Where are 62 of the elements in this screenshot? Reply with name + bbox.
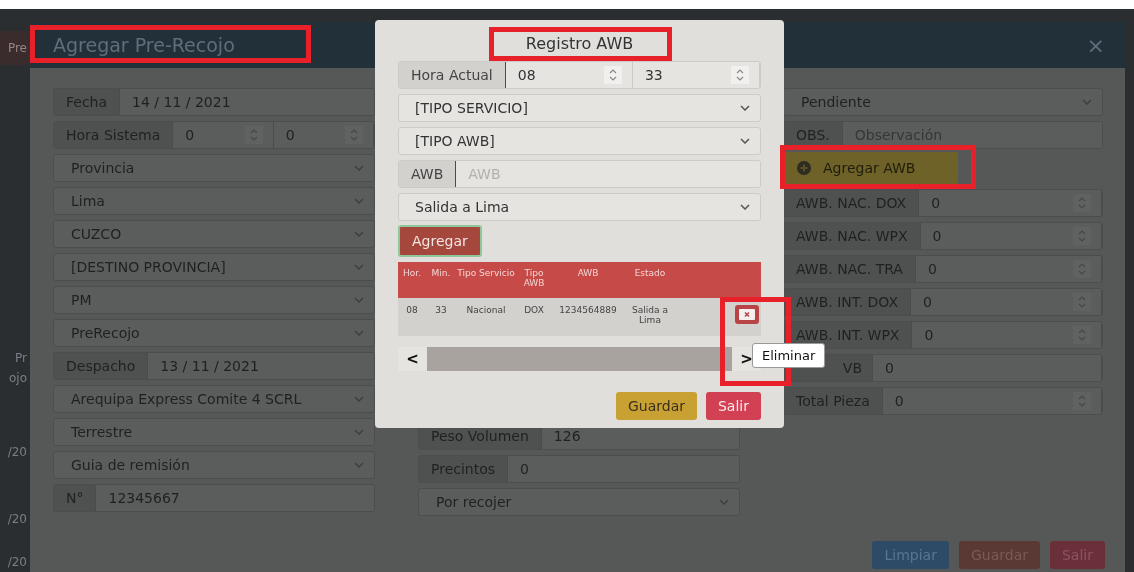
table-cell-text: Salida a Lima xyxy=(631,305,669,327)
caret-icon xyxy=(740,204,750,210)
background-text: /20 xyxy=(7,512,27,526)
caret-icon xyxy=(1082,99,1092,105)
footer-button[interactable]: Salir xyxy=(706,392,761,420)
dropdown[interactable]: [TIPO AWB] xyxy=(398,127,761,155)
table-cell-text: 08 xyxy=(405,305,419,317)
column-header: Hor. xyxy=(402,268,422,278)
spinner-icon[interactable] xyxy=(603,66,622,84)
table-cell-text: Nacional xyxy=(465,305,507,317)
table-cell-text: 33 xyxy=(434,305,448,317)
background-text: /20 xyxy=(7,445,27,459)
caret-icon xyxy=(354,198,364,204)
scrollbar[interactable]: < > xyxy=(398,347,761,371)
caret-icon xyxy=(354,264,364,270)
dropdown[interactable]: Guia de remisión xyxy=(53,451,375,479)
caret-icon xyxy=(354,462,364,468)
background-text: Pr xyxy=(15,351,27,365)
plus-circle-icon xyxy=(797,161,811,175)
background-text: /20 xyxy=(7,555,27,569)
table-cell-text: 1234564889 xyxy=(558,305,618,317)
column-header: AWB xyxy=(576,268,600,278)
dropdown[interactable]: Terrestre xyxy=(53,418,375,446)
caret-icon xyxy=(354,165,364,171)
close-button[interactable]: × xyxy=(1086,32,1105,58)
tooltip: Eliminar xyxy=(752,343,826,368)
dialog-title: Agregar Pre-Recojo xyxy=(53,34,235,56)
dropdown[interactable]: Lima xyxy=(53,187,375,215)
delete-button[interactable] xyxy=(735,305,759,324)
caret-icon xyxy=(354,429,364,435)
column-header: Min. xyxy=(430,268,452,278)
dropdown[interactable]: CUZCO xyxy=(53,220,375,248)
column-header: Tipo Servicio xyxy=(456,268,516,278)
dropdown[interactable]: PM xyxy=(53,286,375,314)
background-text: Pre xyxy=(0,31,30,65)
dropdown[interactable]: Provincia xyxy=(53,154,375,182)
dropdown[interactable]: PreRecojo xyxy=(53,319,375,347)
dropdown[interactable]: Arequipa Express Comite 4 SCRL xyxy=(53,385,375,413)
caret-icon xyxy=(719,499,729,505)
caret-icon xyxy=(354,330,364,336)
dropdown[interactable]: [TIPO SERVICIO] xyxy=(398,94,761,122)
dropdown[interactable]: Por recojer xyxy=(418,488,740,516)
close-icon xyxy=(739,309,755,320)
caret-icon xyxy=(740,138,750,144)
spinner-icon[interactable] xyxy=(731,66,749,84)
dropdown[interactable]: Salida a Lima xyxy=(398,193,761,221)
caret-icon xyxy=(354,297,364,303)
table-cell-text: DOX xyxy=(523,305,545,317)
dropdown[interactable]: [DESTINO PROVINCIA] xyxy=(53,253,375,281)
dropdown[interactable]: Pendiente xyxy=(783,88,1103,116)
add-awb-button[interactable]: Agregar AWB xyxy=(783,152,958,184)
footer-button[interactable]: Guardar xyxy=(615,392,697,420)
caret-icon xyxy=(354,396,364,402)
dialog-title: Registro AWB xyxy=(525,33,634,55)
field-label: Hora Actual xyxy=(399,62,506,88)
background-text: ojo xyxy=(8,371,27,385)
column-header: Tipo AWB xyxy=(522,268,546,288)
scroll-left-button[interactable]: < xyxy=(398,350,427,368)
column-header: Estado xyxy=(633,268,667,278)
caret-icon xyxy=(354,231,364,237)
add-button[interactable]: Agregar xyxy=(398,225,482,257)
caret-icon xyxy=(740,105,750,111)
